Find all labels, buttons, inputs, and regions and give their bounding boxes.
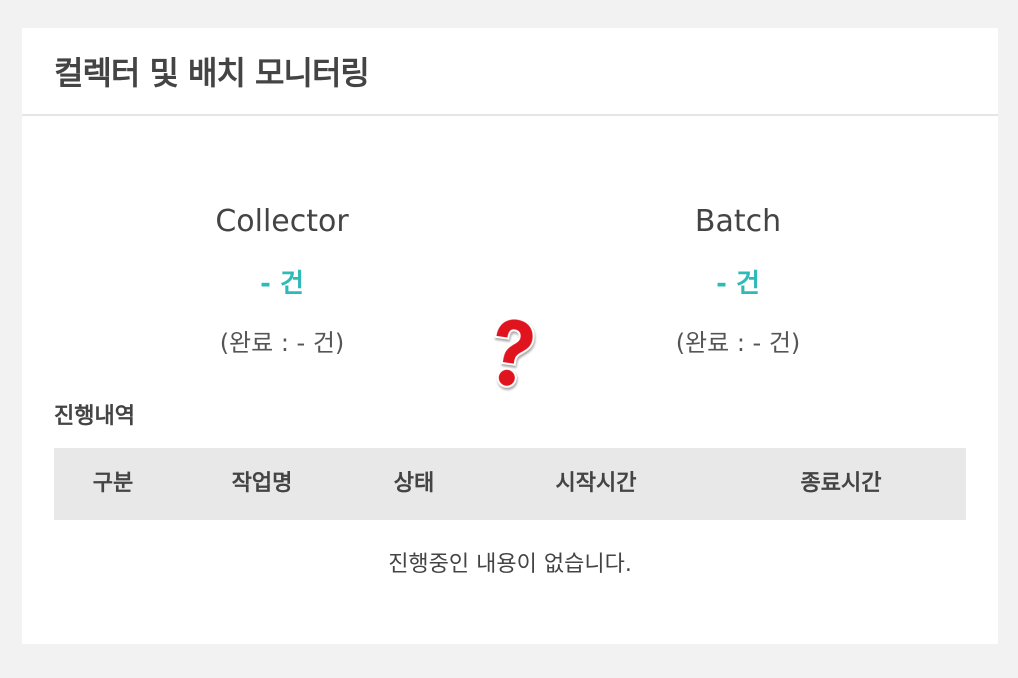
panel-header: 컬렉터 및 배치 모니터링 — [22, 28, 998, 116]
collector-count: - 건 — [260, 269, 304, 299]
batch-count: - 건 — [716, 269, 760, 299]
column-header-start-time: 시작시간 — [555, 471, 637, 496]
history-section-title: 진행내역 — [54, 404, 135, 429]
batch-stat: Batch - 건 (완료 : - 건) — [588, 202, 888, 360]
batch-completed: (완료 : - 건) — [675, 329, 801, 357]
column-header-status: 상태 — [393, 471, 435, 496]
column-header-job-name: 작업명 — [231, 471, 293, 496]
page-title: 컬렉터 및 배치 모니터링 — [54, 54, 370, 92]
question-mark-icon — [494, 317, 535, 388]
collector-label: Collector — [215, 204, 349, 239]
column-header-end-time: 종료시간 — [800, 471, 882, 496]
collector-completed: (완료 : - 건) — [219, 329, 345, 357]
column-header-category: 구분 — [92, 471, 134, 496]
empty-table-message: 진행중인 내용이 없습니다. — [388, 552, 632, 577]
monitoring-panel: 컬렉터 및 배치 모니터링 Collector - 건 (완료 : - 건) B… — [22, 28, 998, 644]
collector-stat: Collector - 건 (완료 : - 건) — [132, 202, 432, 360]
history-table-header: 구분 작업명 상태 시작시간 종료시간 — [54, 448, 966, 520]
stats-area: Collector - 건 (완료 : - 건) Batch - 건 (완료 :… — [22, 116, 998, 388]
batch-label: Batch — [694, 204, 782, 239]
